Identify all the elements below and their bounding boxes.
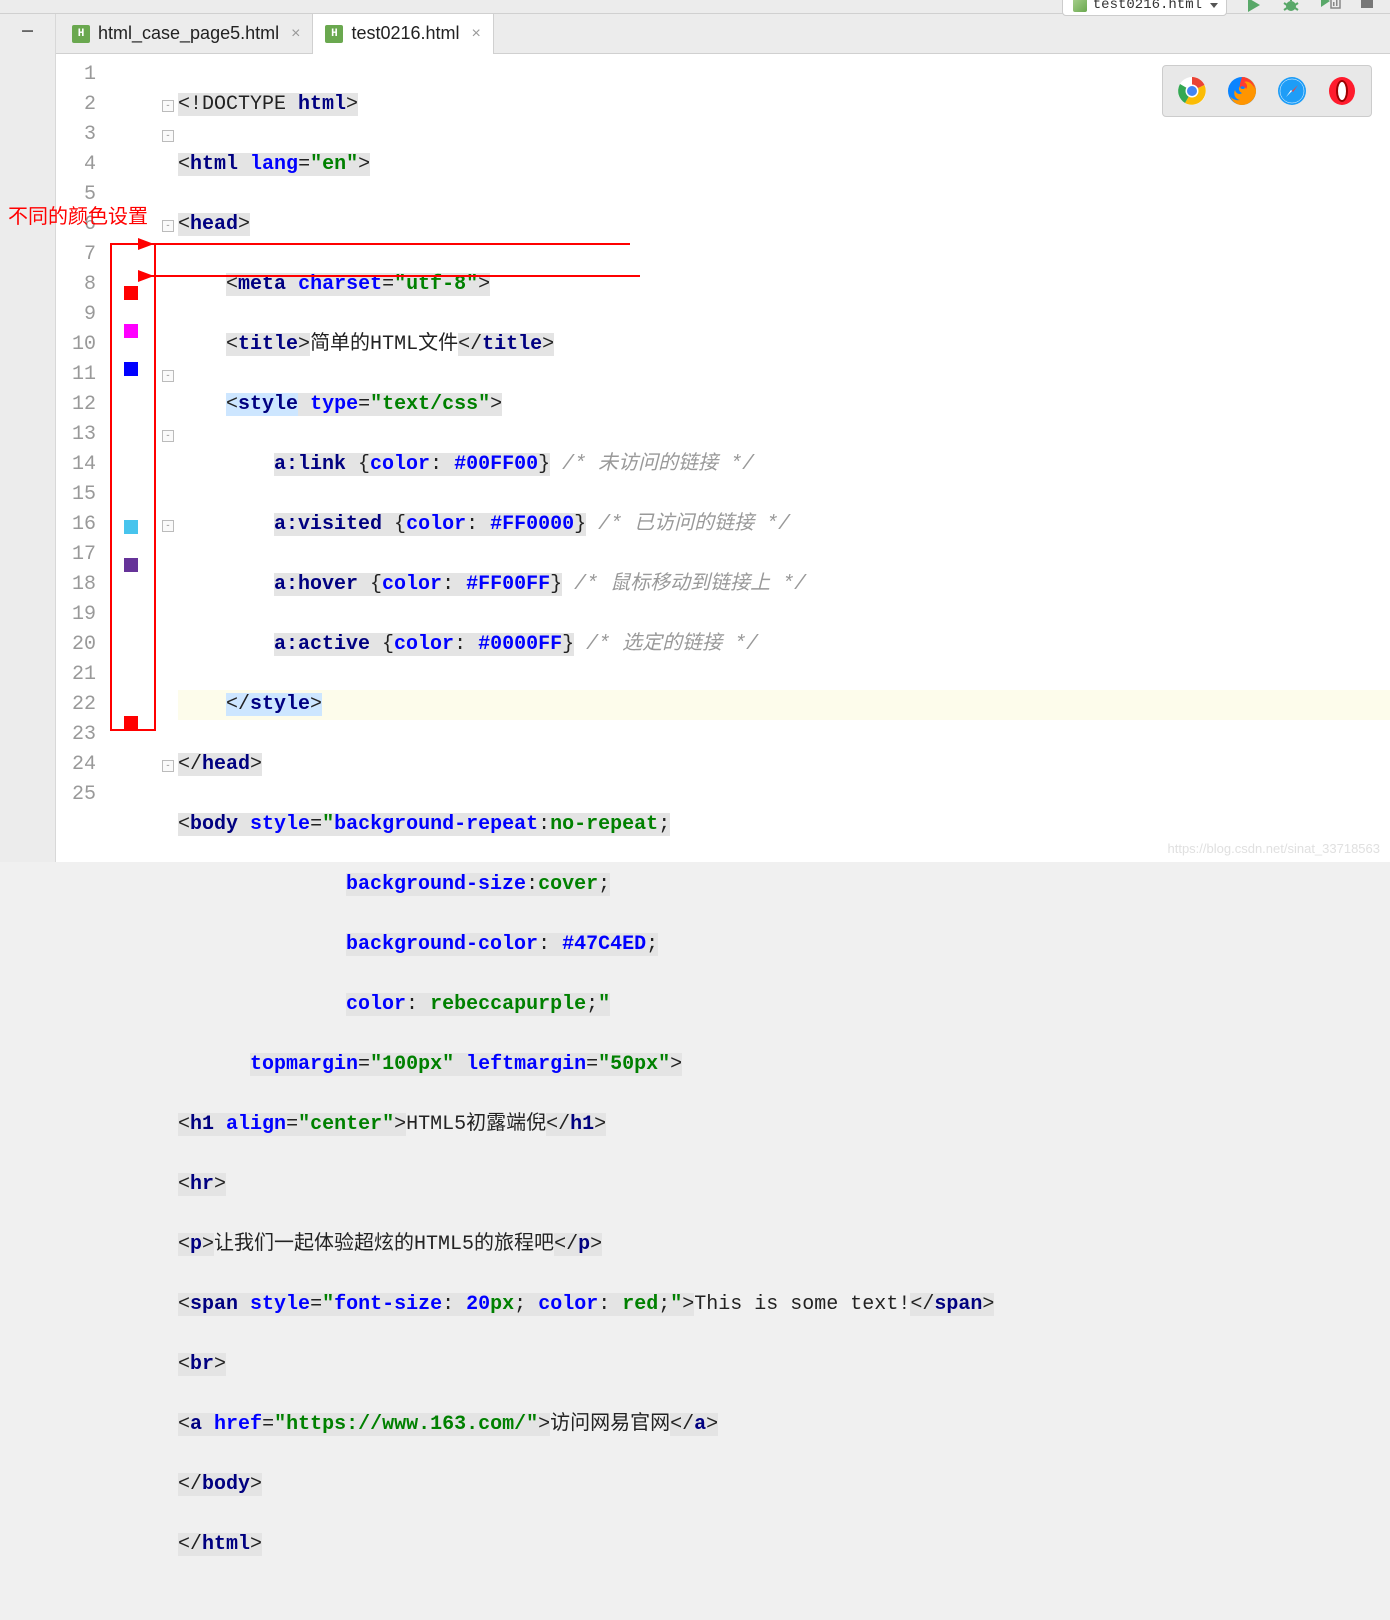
code-line[interactable]: <h1 align="center">HTML5初露端倪</h1>: [178, 1110, 1390, 1140]
color-swatch[interactable]: [124, 248, 138, 262]
fold-toggle-icon[interactable]: -: [162, 100, 174, 112]
code-line[interactable]: <body style="background-repeat:no-repeat…: [178, 810, 1390, 840]
toolbar-right: test0216.html: [1062, 0, 1375, 17]
code-line[interactable]: topmargin="100px" leftmargin="50px">: [178, 1050, 1390, 1080]
debug-icon[interactable]: [1281, 0, 1301, 15]
safari-icon[interactable]: [1277, 76, 1307, 106]
line-number: 4: [56, 150, 96, 180]
code-line[interactable]: a:hover {color: #FF00FF} /* 鼠标移动到链接上 */: [178, 570, 1390, 600]
tab-test0216[interactable]: H test0216.html ×: [313, 14, 493, 53]
line-number: 12: [56, 390, 96, 420]
line-number: 24: [56, 750, 96, 780]
browser-preview-panel: [1162, 65, 1372, 117]
fold-end-icon[interactable]: -: [162, 370, 174, 382]
code-line[interactable]: a:link {color: #00FF00} /* 未访问的链接 */: [178, 450, 1390, 480]
editor-tabs: H html_case_page5.html × H test0216.html…: [0, 14, 1390, 54]
line-number: 1: [56, 60, 96, 90]
line-number: 18: [56, 570, 96, 600]
fold-toggle-icon[interactable]: -: [162, 220, 174, 232]
fold-gutter: - - - - - - -: [158, 54, 178, 862]
color-swatch[interactable]: [124, 362, 138, 376]
run-icon[interactable]: [1245, 0, 1263, 14]
line-number: 3: [56, 120, 96, 150]
tab-label: html_case_page5.html: [98, 23, 279, 44]
html-file-icon: [1073, 0, 1087, 12]
watermark-text: https://blog.csdn.net/sinat_33718563: [1168, 841, 1381, 856]
line-number: 20: [56, 630, 96, 660]
color-swatch[interactable]: [124, 558, 138, 572]
line-number: 15: [56, 480, 96, 510]
code-line[interactable]: <title>简单的HTML文件</title>: [178, 330, 1390, 360]
tab-label: test0216.html: [351, 23, 459, 44]
code-line[interactable]: <span style="font-size: 20px; color: red…: [178, 1290, 1390, 1320]
color-swatch[interactable]: [124, 520, 138, 534]
run-config-label: test0216.html: [1093, 0, 1202, 13]
line-number: 9: [56, 300, 96, 330]
code-line[interactable]: <a href="https://www.163.com/">访问网易官网</a…: [178, 1410, 1390, 1440]
color-swatch[interactable]: [124, 286, 138, 300]
line-number: 14: [56, 450, 96, 480]
close-icon[interactable]: ×: [291, 25, 300, 43]
line-number: 10: [56, 330, 96, 360]
fold-toggle-icon[interactable]: -: [162, 130, 174, 142]
line-number: 17: [56, 540, 96, 570]
top-toolbar: test0216.html: [0, 0, 1390, 14]
code-line[interactable]: <p>让我们一起体验超炫的HTML5的旅程吧</p>: [178, 1230, 1390, 1260]
fold-end-icon[interactable]: -: [162, 760, 174, 772]
line-number: 22: [56, 690, 96, 720]
fold-end-icon[interactable]: -: [162, 520, 174, 532]
code-line[interactable]: <meta charset="utf-8">: [178, 270, 1390, 300]
color-swatch[interactable]: [124, 716, 138, 730]
line-number: 2: [56, 90, 96, 120]
code-line[interactable]: a:visited {color: #FF0000} /* 已访问的链接 */: [178, 510, 1390, 540]
code-line[interactable]: </body>: [178, 1470, 1390, 1500]
html-file-icon: H: [72, 25, 90, 43]
code-line[interactable]: background-size:cover;: [178, 870, 1390, 900]
code-line[interactable]: <hr>: [178, 1170, 1390, 1200]
ide-window: test0216.html — H html_case_page5.html ×: [0, 0, 1390, 862]
code-line-current[interactable]: </style>: [178, 690, 1390, 720]
line-number: 19: [56, 600, 96, 630]
line-number-gutter: 1 2 3 4 5 6 7 8 9 10 11 12 13 14 15 16 1…: [56, 54, 104, 862]
code-content[interactable]: <!DOCTYPE html> <html lang="en"> <head> …: [178, 54, 1390, 862]
stop-icon[interactable]: [1359, 0, 1375, 15]
minimize-icon[interactable]: —: [22, 19, 33, 42]
code-line[interactable]: background-color: #47C4ED;: [178, 930, 1390, 960]
annotation-label: 不同的颜色设置: [8, 200, 148, 229]
line-number: 25: [56, 780, 96, 810]
color-swatch[interactable]: [124, 324, 138, 338]
fold-toggle-icon[interactable]: -: [162, 430, 174, 442]
code-line[interactable]: </head>: [178, 750, 1390, 780]
line-number: 7: [56, 240, 96, 270]
tab-html-case-page5[interactable]: H html_case_page5.html ×: [60, 14, 313, 53]
code-line[interactable]: <style type="text/css">: [178, 390, 1390, 420]
opera-icon[interactable]: [1327, 76, 1357, 106]
code-line[interactable]: a:active {color: #0000FF} /* 选定的链接 */: [178, 630, 1390, 660]
line-number: 21: [56, 660, 96, 690]
line-number: 16: [56, 510, 96, 540]
left-tool-strip: —: [0, 14, 56, 862]
line-number: 23: [56, 720, 96, 750]
code-editor[interactable]: 1 2 3 4 5 6 7 8 9 10 11 12 13 14 15 16 1…: [56, 54, 1390, 862]
run-config-dropdown[interactable]: test0216.html: [1062, 0, 1227, 16]
html-file-icon: H: [325, 25, 343, 43]
line-number: 8: [56, 270, 96, 300]
color-swatch-gutter: [104, 54, 158, 862]
coverage-run-icon[interactable]: [1319, 0, 1341, 17]
code-line[interactable]: </html>: [178, 1530, 1390, 1560]
firefox-icon[interactable]: [1227, 76, 1257, 106]
chrome-icon[interactable]: [1177, 76, 1207, 106]
code-line[interactable]: <br>: [178, 1350, 1390, 1380]
code-line[interactable]: <html lang="en">: [178, 150, 1390, 180]
line-number: 13: [56, 420, 96, 450]
line-number: 11: [56, 360, 96, 390]
code-line[interactable]: color: rebeccapurple;": [178, 990, 1390, 1020]
close-icon[interactable]: ×: [472, 25, 481, 43]
code-line[interactable]: <head>: [178, 210, 1390, 240]
